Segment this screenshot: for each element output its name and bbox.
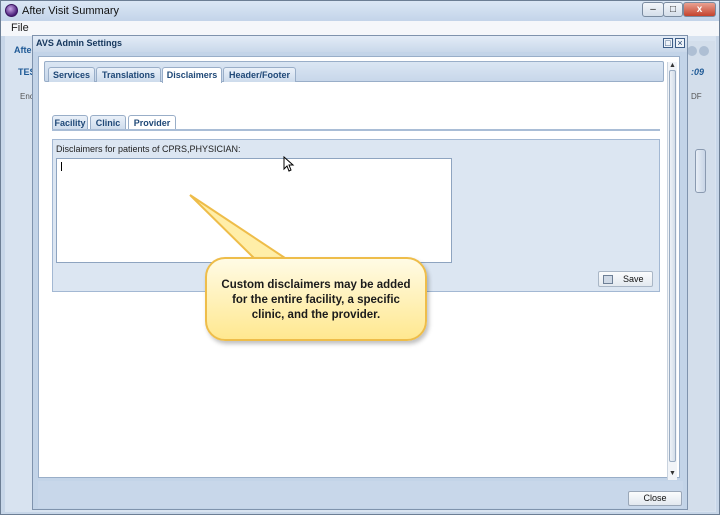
outer-scrollbar-thumb[interactable]: [695, 149, 706, 193]
tab-disclaimers[interactable]: Disclaimers: [162, 67, 222, 83]
scroll-down-arrow-icon[interactable]: ▼: [669, 470, 676, 477]
save-button-label: Save: [623, 274, 644, 284]
dialog-close-button[interactable]: ×: [675, 38, 685, 48]
dialog-footer: [38, 481, 683, 508]
bg-label-time: :09: [691, 67, 705, 77]
bg-help-icon: [687, 46, 697, 56]
close-button[interactable]: Close: [628, 491, 682, 506]
tab-header-footer[interactable]: Header/Footer: [223, 67, 296, 82]
menu-bar: File: [1, 21, 719, 36]
subtab-divider: [52, 129, 660, 131]
bg-settings-icon: [699, 46, 709, 56]
dialog-title-bar[interactable]: AVS Admin Settings □ ×: [33, 36, 687, 52]
main-tab-strip: Services Translations Disclaimers Header…: [44, 61, 664, 83]
dialog-scrollbar-thumb[interactable]: [669, 70, 676, 462]
bg-label-afte: Afte: [14, 45, 32, 55]
text-caret: [61, 162, 62, 171]
bg-right-strip: [687, 41, 715, 511]
maximize-button[interactable]: □: [663, 2, 683, 17]
dialog-title: AVS Admin Settings: [36, 38, 123, 48]
floppy-disk-icon: [603, 275, 613, 284]
callout-text: Custom disclaimers may be added for the …: [221, 279, 411, 321]
minimize-button[interactable]: –: [642, 2, 664, 17]
save-button[interactable]: Save: [598, 271, 653, 287]
dialog-scrollbar[interactable]: ▲ ▼: [667, 62, 677, 480]
mouse-cursor-icon: [283, 156, 295, 172]
subtab-provider[interactable]: Provider: [128, 115, 176, 130]
disclaimer-label: Disclaimers for patients of CPRS,PHYSICI…: [56, 144, 241, 154]
close-window-button[interactable]: x: [683, 2, 716, 17]
window-title: After Visit Summary: [22, 5, 119, 17]
tab-translations[interactable]: Translations: [96, 67, 161, 82]
subtab-clinic[interactable]: Clinic: [90, 115, 126, 130]
bg-label-df: DF: [691, 92, 702, 101]
app-logo-icon: [5, 4, 18, 17]
subtab-facility[interactable]: Facility: [52, 115, 88, 130]
menu-file[interactable]: File: [11, 22, 29, 34]
dialog-restore-button[interactable]: □: [663, 38, 673, 48]
scroll-up-arrow-icon[interactable]: ▲: [669, 62, 676, 69]
callout-bubble: Custom disclaimers may be added for the …: [205, 257, 427, 341]
outer-title-bar[interactable]: After Visit Summary – □ x: [1, 1, 719, 21]
tab-services[interactable]: Services: [48, 67, 95, 82]
